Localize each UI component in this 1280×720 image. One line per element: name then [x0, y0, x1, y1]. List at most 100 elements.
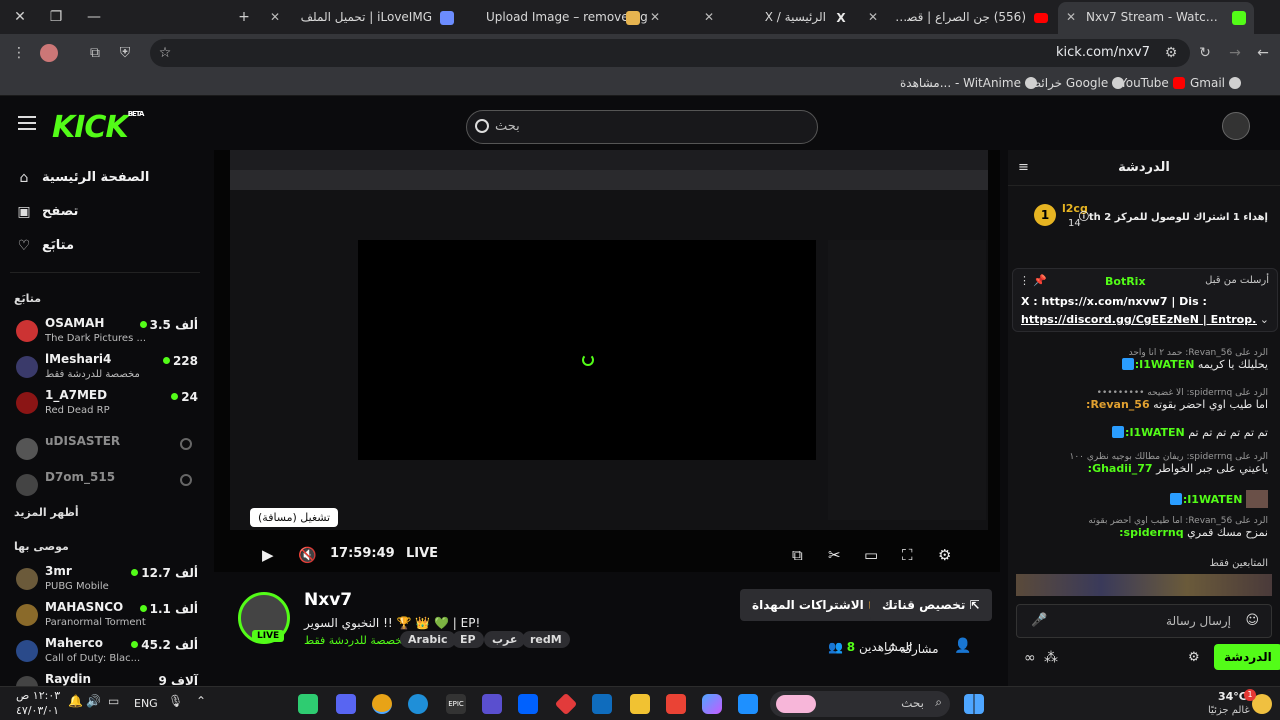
pinned-text-line-2[interactable]: https://discord.gg/CgEEzNeN | Entrop...	[1021, 313, 1257, 326]
infinity-icon[interactable]: ∞	[1024, 650, 1036, 666]
bookmark-youtube[interactable]: YouTube	[1120, 76, 1185, 90]
add-user-icon[interactable]: 👤	[954, 638, 971, 654]
chat-username[interactable]: I1WATEN:	[1135, 358, 1195, 371]
url-text[interactable]: kick.com/nxv7	[1056, 45, 1150, 60]
close-tab-icon[interactable]: ✕	[1066, 2, 1076, 32]
bookmark-star-icon[interactable]: ☆	[156, 44, 174, 62]
site-settings-icon[interactable]: ⚙	[1162, 44, 1180, 62]
new-tab-button[interactable]: +	[232, 6, 256, 28]
weather-temp[interactable]: 34°C	[1218, 690, 1247, 703]
network-icon[interactable]: ▭	[108, 694, 128, 714]
tab-kick-active[interactable]: ✕ Nxv7 Stream - Watch Live on Kick	[1058, 2, 1254, 34]
language-indicator[interactable]: ENG	[134, 697, 158, 710]
chat-send-button[interactable]: الدردشة	[1214, 644, 1280, 670]
sidebar-channel-maherco[interactable]: Maherco Call of Duty: Blac... 45.2 ألف	[16, 636, 206, 670]
close-tab-icon[interactable]: ✕	[650, 4, 660, 30]
kick-logo[interactable]: KICKBETA	[52, 110, 144, 145]
live-indicator[interactable]: LIVE	[406, 546, 438, 561]
weather-text[interactable]: غالم جزئيًا	[1208, 705, 1250, 716]
clip-button[interactable]: ✂	[828, 546, 841, 564]
nav-browse[interactable]: تصفح	[42, 204, 78, 219]
app-icon[interactable]	[482, 694, 502, 714]
tag-arab[interactable]: عرب	[484, 631, 526, 648]
tab-removebg[interactable]: Upload Image – remove.bg ✕	[464, 4, 660, 30]
chat-settings-icon[interactable]: ⚙	[1188, 650, 1200, 665]
sidebar-channel-lmeshari4[interactable]: lMeshari4 مخصصة للدردشة فقط 228	[16, 352, 206, 386]
chrome-icon[interactable]	[372, 694, 392, 714]
clock-time[interactable]: ١٢:٠٣ ص	[16, 689, 60, 702]
app-icon[interactable]	[554, 692, 578, 716]
extensions-icon[interactable]: ⧉	[86, 44, 104, 62]
discord-icon[interactable]	[336, 694, 356, 714]
mic-icon[interactable]: 🎤	[1031, 613, 1047, 628]
outlook-icon[interactable]	[592, 694, 612, 714]
sidebar-channel-d7om515[interactable]: D7om_515	[16, 470, 206, 504]
sidebar-channel-udisaster[interactable]: uDISASTER	[16, 434, 206, 468]
copilot-icon[interactable]	[702, 694, 722, 714]
chat-username[interactable]: spiderrnq:	[1119, 526, 1184, 539]
epic-games-icon[interactable]: EPIC	[446, 694, 466, 714]
mute-button[interactable]: 🔇	[298, 546, 317, 564]
streamer-name[interactable]: Nxv7	[304, 590, 352, 610]
pin-menu-icon[interactable]: ⋮	[1019, 274, 1030, 287]
sidebar-channel-3mr[interactable]: 3mr PUBG Mobile 12.7 ألف	[16, 564, 206, 598]
bookmark-gmail[interactable]: Gmail	[1190, 76, 1242, 90]
hamburger-menu-icon[interactable]	[18, 116, 36, 130]
theater-button[interactable]: ▭	[864, 546, 878, 564]
users-icon[interactable]: ⁂	[1044, 650, 1058, 666]
show-hidden-icons-icon[interactable]: ⌃	[196, 694, 216, 714]
shield-icon[interactable]: ⛨	[116, 44, 134, 62]
chat-username[interactable]: Revan_56:	[1086, 398, 1150, 411]
volume-icon[interactable]: 🔊	[86, 694, 106, 714]
chat-username[interactable]: Ghadii_77:	[1088, 462, 1153, 475]
tag-ep[interactable]: EP	[452, 631, 484, 648]
sidebar-channel-osamah[interactable]: OSAMAH The Dark Pictures ... 3.5 ألف	[16, 316, 206, 350]
profile-icon[interactable]	[40, 44, 58, 62]
tag-redm[interactable]: redM	[522, 631, 570, 648]
edge-icon[interactable]	[408, 694, 428, 714]
chat-username[interactable]: I1WATEN:	[1125, 426, 1185, 439]
emoji-icon[interactable]: ☺	[1245, 613, 1259, 628]
tab-youtube[interactable]: ✕ (556) جن الصراع | قصص خلف زو	[860, 4, 1056, 30]
stream-category[interactable]: مخصصة للدردشة فقط	[304, 634, 408, 647]
tag-arabic[interactable]: Arabic	[400, 631, 456, 648]
close-tab-icon[interactable]: ✕	[868, 4, 878, 30]
reload-icon[interactable]: ↻	[1196, 44, 1214, 62]
sub-goal[interactable]: 1 l2cg 14 إهداء 1 اشتراك للوصول للمركز 2…	[1028, 200, 1268, 236]
omnibox[interactable]: ☆ kick.com/nxv7 ⚙	[150, 39, 1190, 67]
chevron-down-icon[interactable]: ⌄	[1260, 313, 1269, 326]
app-icon[interactable]	[298, 694, 318, 714]
menu-dots-icon[interactable]: ⋮	[10, 44, 28, 62]
nav-home[interactable]: الصفحة الرئيسية	[42, 170, 149, 185]
chat-username[interactable]: I1WATEN:	[1183, 493, 1243, 506]
sidebar-channel-mahasnco[interactable]: MAHASNCO Paranormal Torment 1.1 ألف	[16, 600, 206, 634]
restore-window-icon[interactable]: ❐	[44, 6, 68, 28]
clock-date[interactable]: ٤٧/٠٣/٠١	[16, 704, 59, 717]
user-avatar[interactable]	[1222, 112, 1250, 140]
back-icon[interactable]: ←	[1254, 44, 1272, 62]
app-icon[interactable]	[666, 694, 686, 714]
close-tab-icon[interactable]: ✕	[704, 4, 714, 30]
taskbar-search[interactable]: بحث ⌕	[770, 691, 950, 717]
mic-tray-icon[interactable]: 🎙	[168, 694, 188, 714]
sidebar-channel-raydin[interactable]: Raydin 9 آلاف	[16, 672, 206, 686]
tab-x-home[interactable]: ✕ الرئيسية / X X	[696, 4, 856, 30]
pip-button[interactable]: ⧉	[792, 546, 803, 564]
windows-start-icon[interactable]	[964, 694, 984, 714]
fullscreen-button[interactable]: ⛶	[902, 546, 913, 564]
close-tab-icon[interactable]: ✕	[270, 4, 280, 30]
minimize-window-icon[interactable]: —	[82, 6, 106, 28]
close-window-icon[interactable]: ✕	[8, 6, 32, 28]
forward-icon[interactable]: →	[1226, 44, 1244, 62]
file-explorer-icon[interactable]	[630, 694, 650, 714]
chat-input[interactable]: 🎤 إرسال رسالة ☺	[1016, 604, 1272, 638]
nav-following[interactable]: متابَع	[42, 238, 74, 253]
emote-row[interactable]	[1016, 574, 1272, 596]
tab-ilovemg[interactable]: ✕ iLoveIMG | تحميل الملف	[262, 4, 462, 30]
show-more-link[interactable]: أظهر المزيد	[14, 506, 79, 519]
pinned-message[interactable]: ⋮ 📌 BotRix أرسلت من قبل X : https://x.co…	[1012, 268, 1278, 332]
sidebar-channel-1a7med[interactable]: 1_A7MED Red Dead RP 24	[16, 388, 206, 422]
notification-icon[interactable]: 🔔	[68, 694, 88, 714]
bookmark-google-maps[interactable]: خرائط Google	[1030, 76, 1125, 90]
bookmark-witanime[interactable]: مشاهدة... - WitAnime	[900, 76, 1037, 90]
